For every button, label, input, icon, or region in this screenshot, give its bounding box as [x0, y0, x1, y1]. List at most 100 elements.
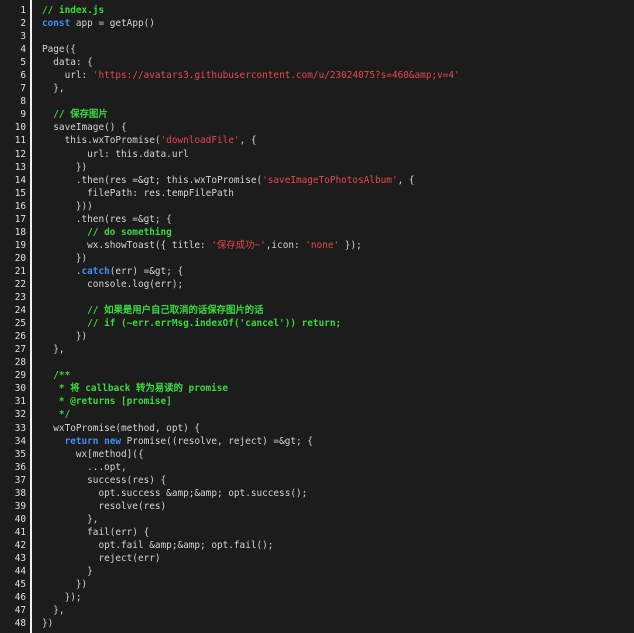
code-line[interactable]: 43 reject(err) — [0, 552, 634, 565]
code-line[interactable]: 42 opt.fail &amp;&amp; opt.fail(); — [0, 539, 634, 552]
line-number: 20 — [14, 252, 26, 264]
code-line[interactable]: 25 // if (~err.errMsg.indexOf('cancel'))… — [0, 317, 634, 330]
code-line[interactable]: 35 wx[method]({ — [0, 448, 634, 461]
code-text: wx.showToast({ title: '保存成功~',icon: 'non… — [26, 239, 634, 252]
code-text: wx[method]({ — [26, 448, 634, 461]
code-line[interactable]: 16 })) — [0, 200, 634, 213]
code-token-comment: */ — [42, 409, 71, 421]
code-text: }) — [26, 578, 634, 591]
code-token-plain: console.log(err); — [42, 278, 184, 290]
code-token-keyword: return new — [64, 435, 122, 447]
code-line[interactable]: 23 — [0, 291, 634, 304]
code-line[interactable]: 21 .catch(err) =&gt; { — [0, 265, 634, 278]
code-line[interactable]: 5 data: { — [0, 56, 634, 69]
code-line[interactable]: 31 * @returns [promise] — [0, 395, 634, 408]
line-number: 35 — [14, 448, 26, 460]
code-line[interactable]: 15 filePath: res.tempFilePath — [0, 187, 634, 200]
code-text: * 将 callback 转为易读的 promise — [26, 382, 634, 395]
code-line[interactable]: 34 return new Promise((resolve, reject) … — [0, 435, 634, 448]
code-line[interactable]: 14 .then(res =&gt; this.wxToPromise('sav… — [0, 174, 634, 187]
code-token-plain: , { — [239, 135, 257, 147]
code-text: }) — [26, 617, 634, 630]
line-number: 45 — [14, 579, 26, 591]
code-line[interactable]: 12 url: this.data.url — [0, 148, 634, 161]
code-line[interactable]: 4 Page({ — [0, 43, 634, 56]
code-line[interactable]: 17 .then(res =&gt; { — [0, 213, 634, 226]
code-line[interactable]: 47 }, — [0, 604, 634, 617]
code-line[interactable]: 36 ...opt, — [0, 461, 634, 474]
code-line[interactable]: 40 }, — [0, 513, 634, 526]
code-line[interactable]: 38 opt.success &amp;&amp; opt.success(); — [0, 487, 634, 500]
code-text: .then(res =&gt; this.wxToPromise('saveIm… — [26, 174, 634, 187]
code-line[interactable]: 19 wx.showToast({ title: '保存成功~',icon: '… — [0, 239, 634, 252]
code-text: ...opt, — [26, 461, 634, 474]
code-line[interactable]: 18 // do something — [0, 226, 634, 239]
code-line[interactable]: 11 this.wxToPromise('downloadFile', { — [0, 134, 634, 147]
code-line[interactable]: 44 } — [0, 565, 634, 578]
line-number: 29 — [14, 370, 26, 382]
code-line[interactable]: 13 }) — [0, 161, 634, 174]
code-line[interactable]: 10 saveImage() { — [0, 121, 634, 134]
code-line[interactable]: 28 — [0, 356, 634, 369]
code-text: url: 'https://avatars3.githubusercontent… — [26, 69, 634, 82]
code-token-plain: url: — [42, 70, 93, 82]
code-token-plain: filePath: res.tempFilePath — [42, 187, 234, 199]
code-line[interactable]: 6 url: 'https://avatars3.githubuserconte… — [0, 69, 634, 82]
code-token-comment: // 保存图片 — [42, 109, 108, 121]
line-number: 19 — [14, 239, 26, 251]
code-line[interactable]: 30 * 将 callback 转为易读的 promise — [0, 382, 634, 395]
line-number: 6 — [20, 70, 26, 82]
code-line[interactable]: 39 resolve(res) — [0, 500, 634, 513]
code-line[interactable]: 29 /** — [0, 369, 634, 382]
code-token-string: 'https://avatars3.githubusercontent.com/… — [92, 70, 460, 82]
code-line[interactable]: 46 }); — [0, 591, 634, 604]
code-text: url: this.data.url — [26, 148, 634, 161]
code-line[interactable]: 22 console.log(err); — [0, 278, 634, 291]
code-line[interactable]: 8 — [0, 95, 634, 108]
code-line[interactable]: 7 }, — [0, 82, 634, 95]
code-line[interactable]: 32 */ — [0, 408, 634, 421]
line-number: 36 — [14, 461, 26, 473]
code-text: // if (~err.errMsg.indexOf('cancel')) re… — [26, 317, 634, 330]
code-line[interactable]: 48}) — [0, 617, 634, 630]
code-line[interactable]: 37 success(res) { — [0, 474, 634, 487]
code-token-plain: .then(res =&gt; this.wxToPromise( — [42, 174, 263, 186]
code-text: }, — [26, 343, 634, 356]
line-number: 2 — [20, 18, 26, 30]
line-number: 28 — [14, 357, 26, 369]
code-line[interactable]: 9 // 保存图片 — [0, 108, 634, 121]
code-line[interactable]: 3 — [0, 30, 634, 43]
line-number: 48 — [14, 618, 26, 630]
code-text: // 如果是用户自己取消的话保存图片的话 — [26, 304, 634, 317]
code-line[interactable]: 26 }) — [0, 330, 634, 343]
code-token-keyword: const — [42, 18, 71, 30]
code-token-plain: .then(res =&gt; { — [42, 213, 172, 225]
code-line[interactable]: 33 wxToPromise(method, opt) { — [0, 422, 634, 435]
code-token-plain: wx.showToast({ title: — [42, 239, 212, 251]
code-line[interactable]: 20 }) — [0, 252, 634, 265]
code-line[interactable]: 2 const app = getApp() — [0, 17, 634, 30]
line-number: 24 — [14, 305, 26, 317]
code-line[interactable]: 24 // 如果是用户自己取消的话保存图片的话 — [0, 304, 634, 317]
line-number: 17 — [14, 213, 26, 225]
code-token-plain: }, — [42, 344, 65, 356]
code-line[interactable]: 45 }) — [0, 578, 634, 591]
code-token-plain: reject(err) — [42, 552, 161, 564]
code-line[interactable]: 27 }, — [0, 343, 634, 356]
code-token-plain: . — [42, 265, 82, 277]
code-token-plain: app = getApp() — [70, 18, 155, 30]
code-line[interactable]: 41 fail(err) { — [0, 526, 634, 539]
code-lines-container[interactable]: 1// index.js 2 const app = getApp() 3 4 Page(… — [0, 4, 634, 630]
code-text: data: { — [26, 56, 634, 69]
code-text: }) — [26, 330, 634, 343]
code-editor[interactable]: 1// index.js 2 const app = getApp() 3 4 Page(… — [0, 0, 634, 633]
code-token-plain: }, — [42, 605, 65, 617]
line-number: 18 — [14, 226, 26, 238]
code-token-comment: * 将 callback 转为易读的 promise — [42, 383, 229, 395]
code-text: // do something — [26, 226, 634, 239]
code-line[interactable]: 1 // index.js — [0, 4, 634, 17]
line-number: 1 — [20, 5, 26, 16]
line-number: 15 — [14, 187, 26, 199]
line-number: 44 — [14, 566, 26, 578]
